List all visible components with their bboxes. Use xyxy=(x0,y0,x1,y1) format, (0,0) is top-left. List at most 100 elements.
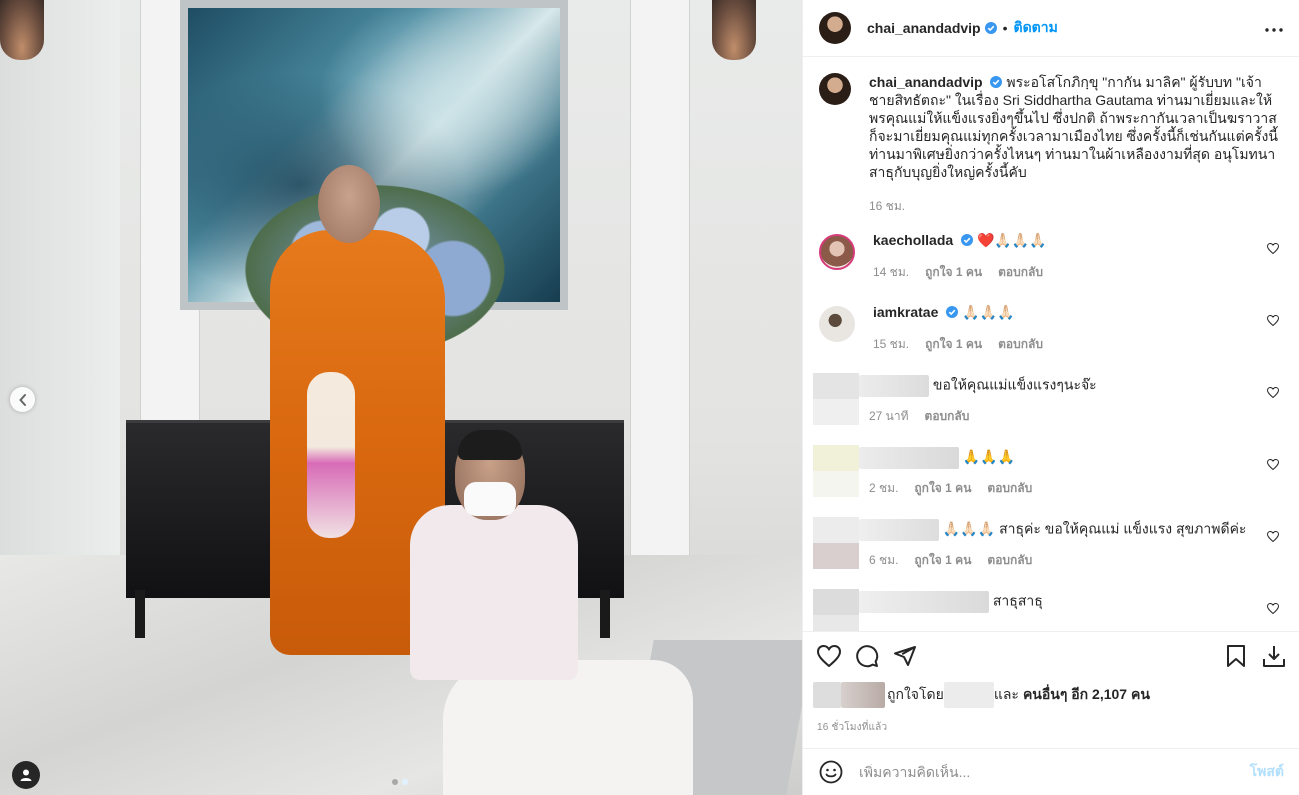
save-button[interactable] xyxy=(1226,644,1246,668)
commenter-avatar-blurred[interactable] xyxy=(813,445,859,497)
caption: chai_anandadvip พระอโสโกภิกฺขุ "กากัน มา… xyxy=(819,73,1283,215)
post-side-panel: chai_anandadvip • ติดตาม chai_anandadvip… xyxy=(802,0,1299,795)
reply-button[interactable]: ตอบกลับ xyxy=(998,263,1043,281)
download-icon xyxy=(1263,646,1285,667)
like-comment-button[interactable] xyxy=(1266,241,1280,259)
comment-item: kaechollada ❤️️🙏🏻🙏🏻🙏🏻 14 ชม. ถูกใจ 1 คน … xyxy=(819,231,1283,287)
comment-likes[interactable]: ถูกใจ 1 คน xyxy=(914,479,971,497)
comment-time[interactable]: 14 ชม. xyxy=(873,263,909,281)
monk-head xyxy=(318,165,380,243)
author-username[interactable]: chai_anandadvip xyxy=(867,20,981,36)
face-mask xyxy=(464,482,516,516)
comment-text: ❤️️🙏🏻🙏🏻🙏🏻 xyxy=(976,232,1047,248)
heart-icon xyxy=(1266,242,1280,255)
like-button[interactable] xyxy=(817,645,841,667)
comment-button[interactable] xyxy=(855,644,879,668)
cabinet-leg xyxy=(600,590,610,638)
commenter-avatar-blurred[interactable] xyxy=(813,589,859,631)
emoji-button[interactable] xyxy=(819,760,843,784)
share-icon xyxy=(894,646,916,666)
reply-button[interactable]: ตอบกลับ xyxy=(925,407,970,425)
likes-others[interactable]: คนอื่นๆ อีก 2,107 คน xyxy=(1023,684,1150,706)
wall-left xyxy=(0,0,120,560)
commenter-name-blurred[interactable] xyxy=(859,591,989,613)
author-avatar[interactable] xyxy=(819,12,851,44)
commenter-name-blurred[interactable] xyxy=(859,447,959,469)
comment-username[interactable]: iamkratae xyxy=(873,304,938,320)
verified-icon xyxy=(990,76,1003,88)
tagged-users-button[interactable] xyxy=(12,761,40,789)
heart-icon xyxy=(1266,458,1280,471)
reply-button[interactable]: ตอบกลับ xyxy=(998,335,1043,353)
like-comment-button[interactable] xyxy=(1266,529,1280,547)
comment-text: ขอให้คุณแม่แข็งแรงๆนะจ๊ะ xyxy=(932,376,1097,393)
post-comment-button[interactable]: โพสต์ xyxy=(1250,761,1284,783)
flower-garland xyxy=(307,372,355,538)
author-avatar[interactable] xyxy=(819,73,851,105)
likes-prefix: ถูกใจโดย xyxy=(887,686,944,702)
download-button[interactable] xyxy=(1262,644,1286,668)
comment-text: 🙏🙏🙏 xyxy=(962,448,1016,465)
post-header: chai_anandadvip • ติดตาม xyxy=(803,0,1299,57)
reply-button[interactable]: ตอบกลับ xyxy=(987,551,1032,569)
liker-avatars-blurred[interactable] xyxy=(841,682,885,708)
follow-button[interactable]: ติดตาม xyxy=(1014,17,1058,39)
comment-text: 🙏🏻🙏🏻🙏🏻 สาธุค่ะ ขอให้คุณแม่ แข็งแรง สุขภา… xyxy=(942,520,1247,537)
comment-time[interactable]: 6 ชม. xyxy=(869,551,898,569)
man-figure xyxy=(410,505,578,680)
like-comment-button[interactable] xyxy=(1266,457,1280,475)
commenter-name-blurred[interactable] xyxy=(859,375,929,397)
comment-likes[interactable]: ถูกใจ 1 คน xyxy=(914,551,971,569)
heart-icon xyxy=(1266,314,1280,327)
bookmark-icon xyxy=(1227,645,1245,667)
post-actions: ถูกใจโดย และ คนอื่นๆ อีก 2,107 คน 16 ชั่… xyxy=(803,631,1299,735)
comment-item: สาธุสาธุ xyxy=(813,589,1283,631)
cabinet-leg xyxy=(135,590,145,638)
wall-lamp xyxy=(712,0,756,60)
liker-avatars-blurred[interactable] xyxy=(813,682,841,708)
add-comment-bar: โพสต์ xyxy=(803,748,1299,795)
commenter-name-blurred[interactable] xyxy=(859,519,939,541)
comments-list[interactable]: chai_anandadvip พระอโสโกภิกฺขุ "กากัน มา… xyxy=(803,57,1299,631)
share-button[interactable] xyxy=(893,644,917,668)
post-photo[interactable] xyxy=(0,0,802,795)
heart-icon xyxy=(1266,602,1280,615)
more-options-button[interactable] xyxy=(1265,19,1283,37)
comment-time[interactable]: 27 นาที xyxy=(869,407,909,425)
verified-icon xyxy=(946,306,959,318)
man-hair xyxy=(458,430,522,460)
comment-item: ขอให้คุณแม่แข็งแรงๆนะจ๊ะ 27 นาที ตอบกลับ xyxy=(813,373,1283,431)
wall-lamp xyxy=(0,0,44,60)
like-comment-button[interactable] xyxy=(1266,313,1280,331)
verified-icon xyxy=(984,22,997,34)
commenter-avatar[interactable] xyxy=(819,306,855,342)
previous-photo-button[interactable] xyxy=(10,387,35,412)
emoji-icon xyxy=(819,760,843,784)
post-time[interactable]: 16 ชั่วโมงที่แล้ว xyxy=(817,720,1286,735)
commenter-avatar-blurred[interactable] xyxy=(813,517,859,569)
comment-time[interactable]: 15 ชม. xyxy=(873,335,909,353)
more-icon xyxy=(1265,28,1283,32)
heart-icon xyxy=(1266,386,1280,399)
comment-time[interactable]: 2 ชม. xyxy=(869,479,898,497)
reply-button[interactable]: ตอบกลับ xyxy=(987,479,1032,497)
commenter-avatar[interactable] xyxy=(819,234,855,270)
header-separator: • xyxy=(1002,20,1008,36)
comment-text: สาธุสาธุ xyxy=(992,592,1043,609)
carousel-dot-active xyxy=(402,779,408,785)
comment-username[interactable]: kaechollada xyxy=(873,232,953,248)
caption-username[interactable]: chai_anandadvip xyxy=(869,74,983,90)
comment-text: 🙏🏻🙏🏻🙏🏻 xyxy=(962,304,1015,320)
likes-middle: และ xyxy=(993,686,1019,702)
like-comment-button[interactable] xyxy=(1266,385,1280,403)
comment-likes[interactable]: ถูกใจ 1 คน xyxy=(925,263,982,281)
caption-time[interactable]: 16 ชม. xyxy=(869,197,1283,215)
comment-input[interactable] xyxy=(859,764,1250,780)
comment-item: iamkratae 🙏🏻🙏🏻🙏🏻 15 ชม. ถูกใจ 1 คน ตอบกล… xyxy=(819,303,1283,359)
comment-icon xyxy=(856,645,879,668)
comment-likes[interactable]: ถูกใจ 1 คน xyxy=(925,335,982,353)
liker-name-blurred[interactable] xyxy=(943,682,994,708)
heart-icon xyxy=(1266,530,1280,543)
like-comment-button[interactable] xyxy=(1266,601,1280,619)
commenter-avatar-blurred[interactable] xyxy=(813,373,859,425)
